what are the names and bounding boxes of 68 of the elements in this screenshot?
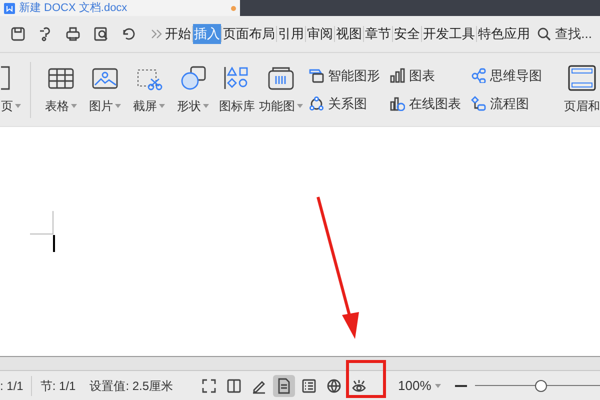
ribbon-small-button[interactable]: 智能图形 xyxy=(309,66,380,86)
document-title: 新建 DOCX 文档.docx xyxy=(19,2,128,14)
zoom-slider-thumb[interactable] xyxy=(535,380,548,392)
ribbon-button[interactable]: 页 xyxy=(1,64,29,114)
document-icon xyxy=(4,2,15,14)
relation-diagram-icon xyxy=(309,96,324,111)
flowchart-icon xyxy=(471,96,486,111)
header-footer-button[interactable]: 页眉和 xyxy=(564,64,600,114)
caret-icon xyxy=(115,104,121,108)
print-button[interactable] xyxy=(65,25,82,43)
eye-icon xyxy=(351,378,367,394)
ribbon-button[interactable]: 功能图 xyxy=(260,64,302,114)
status-text: 节: 1/1 xyxy=(40,378,76,394)
caret-icon xyxy=(159,104,165,108)
menu-tab[interactable]: 特色应用 xyxy=(477,24,531,44)
caret-icon xyxy=(71,104,77,108)
zoom-dropdown[interactable]: 100% xyxy=(398,376,442,396)
print-preview-icon xyxy=(92,26,109,42)
outline-list-icon xyxy=(301,378,317,394)
mind-map-icon xyxy=(471,68,486,84)
highlight-box xyxy=(346,360,386,398)
function-icon xyxy=(267,64,295,90)
ribbon-small-button[interactable]: 关系图 xyxy=(309,94,380,113)
print-icon xyxy=(65,26,82,42)
ribbon-small-button[interactable]: 图表 xyxy=(390,66,461,86)
ribbon-small-button[interactable]: 思维导图 xyxy=(471,66,542,86)
caret-icon xyxy=(435,384,442,388)
text-cursor xyxy=(53,235,55,252)
menu-tab[interactable]: 视图 xyxy=(335,24,363,44)
shape-icon xyxy=(179,64,207,90)
menu-tab[interactable]: 安全 xyxy=(393,24,421,44)
ribbon-button[interactable]: 图标库 xyxy=(216,64,258,114)
menu-tab[interactable]: 章节 xyxy=(364,24,392,44)
caret-icon xyxy=(297,104,303,108)
bar-chart-icon xyxy=(390,68,405,84)
save-icon xyxy=(10,26,26,42)
document-tab[interactable]: 新建 DOCX 文档.docx xyxy=(0,0,240,16)
page-view-icon xyxy=(276,378,292,394)
menu-tab[interactable]: 页面布局 xyxy=(222,24,276,44)
ribbon-small-button[interactable]: 流程图 xyxy=(471,94,542,113)
fullscreen-icon xyxy=(201,378,217,394)
save-button[interactable] xyxy=(10,25,26,43)
search-button[interactable]: 查找... xyxy=(537,24,592,44)
menu-tab[interactable]: 审阅 xyxy=(306,24,334,44)
caret-icon xyxy=(203,104,209,108)
menu-tab[interactable]: 开发工具 xyxy=(422,24,476,44)
ribbon-small-button[interactable]: 在线图表 xyxy=(390,94,461,113)
caret-icon xyxy=(15,104,21,108)
zoom-slider[interactable] xyxy=(475,378,600,392)
status-text: : 1/1 xyxy=(0,378,24,394)
page-icon xyxy=(1,64,11,90)
header-icon xyxy=(568,64,596,90)
ribbon-button[interactable]: 形状 xyxy=(172,64,214,114)
print-preview-button[interactable] xyxy=(92,25,109,43)
horizontal-scrollbar[interactable] xyxy=(0,356,600,370)
globe-icon xyxy=(326,378,342,394)
smart-graphic-icon xyxy=(309,68,324,84)
ribbon-button[interactable]: 截屏 xyxy=(128,64,170,114)
search-icon xyxy=(537,27,552,41)
page-corner-mark xyxy=(30,211,54,235)
book-icon xyxy=(226,378,242,394)
ribbon-button[interactable]: 图片 xyxy=(84,64,126,114)
view-button[interactable] xyxy=(273,374,295,396)
ribbon-button[interactable]: 表格 xyxy=(40,64,82,114)
online-chart-icon xyxy=(390,96,405,111)
menu-tab[interactable]: 开始 xyxy=(164,24,192,44)
menu-tab[interactable]: 引用 xyxy=(277,24,305,44)
status-text: 设置值: 2.5厘米 xyxy=(90,378,174,394)
